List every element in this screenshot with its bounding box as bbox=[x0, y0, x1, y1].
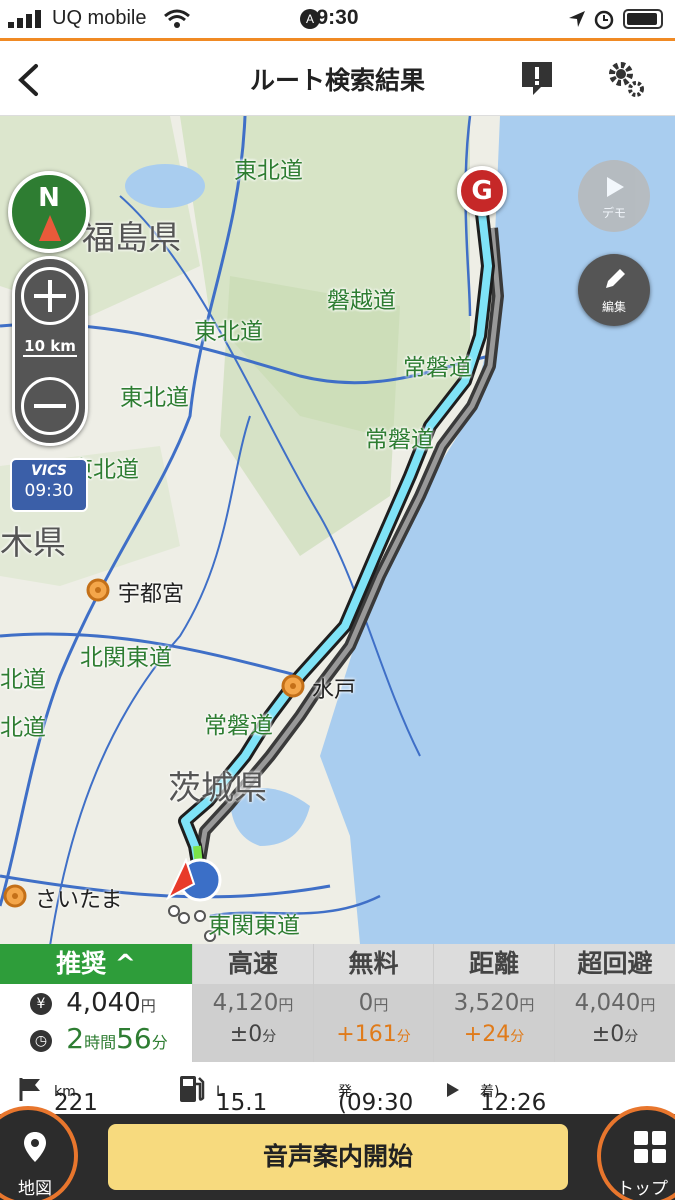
route-option-tabs: 推奨 ^ ¥ 4,040円 ◷ 2時間56分 高速 4,120円 ±0分 無料 … bbox=[0, 944, 675, 1062]
pref-label-fukushima: 福島県 bbox=[82, 218, 181, 257]
tab-free-label: 無料 bbox=[314, 944, 433, 984]
fuel-pump-icon bbox=[180, 1076, 205, 1102]
arrow-right-icon bbox=[447, 1083, 459, 1097]
recommended-hours: 2 bbox=[66, 1022, 85, 1055]
plus-icon bbox=[34, 280, 66, 312]
clock-icon: ◷ bbox=[30, 1029, 52, 1052]
yen-icon: ¥ bbox=[30, 992, 52, 1015]
current-position-icon bbox=[166, 858, 222, 902]
route-summary: 221 km 15.1 L (09:30 発 12:26 着) bbox=[0, 1062, 675, 1116]
tab-free[interactable]: 無料 0円 +161分 bbox=[314, 944, 434, 1062]
free-diff: +161 bbox=[336, 1022, 397, 1047]
cost-unit: 円 bbox=[140, 997, 156, 1015]
pref-label-tochigi: 木県 bbox=[0, 523, 66, 562]
status-bar: UQ mobile A 9:30 bbox=[0, 0, 675, 38]
zoom-control: 10 km bbox=[12, 256, 88, 446]
arrive-time: 12:26 bbox=[480, 1090, 547, 1116]
highway-diff: ±0 bbox=[229, 1022, 263, 1047]
page-title: ルート検索結果 bbox=[249, 66, 425, 95]
pencil-icon bbox=[606, 269, 625, 288]
diff-unit: 分 bbox=[510, 1029, 525, 1045]
tab-avoid[interactable]: 超回避 4,040円 ±0分 bbox=[555, 944, 675, 1062]
free-cost: 0 bbox=[358, 990, 374, 1016]
tab-avoid-label: 超回避 bbox=[555, 944, 675, 984]
alarm-icon bbox=[594, 10, 614, 30]
tab-distance[interactable]: 距離 3,520円 +24分 bbox=[434, 944, 555, 1062]
road-label-tohoku: 東北道 bbox=[194, 319, 263, 345]
cost-unit: 円 bbox=[519, 996, 535, 1014]
compass-button[interactable]: N bbox=[8, 171, 90, 253]
road-label-partial: 北道 bbox=[0, 667, 46, 693]
minus-icon bbox=[34, 404, 66, 408]
route-map[interactable]: 東北道 東北道 東北道 東北道 磐越道 常磐道 常磐道 常磐道 北関東道 東関東… bbox=[0, 116, 675, 944]
nav-bar: ルート検索結果 bbox=[0, 41, 675, 116]
road-label-banetsu: 磐越道 bbox=[327, 288, 396, 314]
depart-time: (09:30 bbox=[338, 1090, 414, 1116]
north-arrow-icon bbox=[39, 215, 61, 241]
report-icon[interactable] bbox=[519, 59, 555, 97]
top-button[interactable]: トップ bbox=[597, 1106, 675, 1200]
hours-unit: 時間 bbox=[84, 1033, 117, 1052]
tab-distance-label: 距離 bbox=[434, 944, 554, 984]
zoom-in-button[interactable] bbox=[21, 267, 79, 325]
tab-recommended-label: 推奨 ^ bbox=[0, 944, 192, 984]
edit-label: 編集 bbox=[601, 300, 626, 314]
minutes-unit: 分 bbox=[151, 1033, 168, 1052]
distance-cost: 3,520 bbox=[453, 990, 520, 1016]
road-label-higashikanto: 東関東道 bbox=[208, 913, 300, 939]
avoid-cost: 4,040 bbox=[574, 990, 641, 1016]
flag-icon bbox=[19, 1078, 40, 1101]
fuel-amount: 15.1 bbox=[216, 1090, 268, 1116]
map-button-label: 地図 bbox=[18, 1179, 52, 1199]
distance-diff: +24 bbox=[463, 1022, 511, 1047]
play-icon bbox=[607, 177, 624, 197]
tab-highway[interactable]: 高速 4,120円 ±0分 bbox=[193, 944, 314, 1062]
edit-button[interactable]: 編集 bbox=[578, 254, 650, 326]
bottom-bar: 地図 音声案内開始 トップ bbox=[0, 1106, 675, 1200]
city-label-mito: 水戸 bbox=[312, 678, 357, 703]
grid-icon bbox=[634, 1131, 666, 1163]
city-label-utsunomiya: 宇都宮 bbox=[118, 582, 185, 607]
diff-unit: 分 bbox=[624, 1029, 639, 1045]
recommended-cost: 4,040 bbox=[66, 988, 141, 1018]
map-pin-icon bbox=[24, 1132, 46, 1162]
road-label-kitakanto: 北関東道 bbox=[80, 645, 172, 671]
total-distance: 221 bbox=[54, 1090, 98, 1116]
tab-highway-label: 高速 bbox=[193, 944, 313, 984]
diff-unit: 分 bbox=[396, 1029, 411, 1045]
battery-icon bbox=[623, 9, 663, 29]
road-label-tohoku: 東北道 bbox=[234, 158, 303, 184]
cost-unit: 円 bbox=[640, 996, 656, 1014]
start-guidance-button[interactable]: 音声案内開始 bbox=[108, 1124, 568, 1190]
road-label-joban: 常磐道 bbox=[365, 427, 434, 453]
pref-label-ibaraki: 茨城県 bbox=[168, 768, 267, 807]
highway-cost: 4,120 bbox=[212, 990, 279, 1016]
tab-recommended[interactable]: 推奨 ^ ¥ 4,040円 ◷ 2時間56分 bbox=[0, 944, 193, 1062]
road-label-joban: 常磐道 bbox=[204, 713, 273, 739]
settings-gear-icon[interactable] bbox=[606, 59, 646, 99]
goal-marker[interactable]: G bbox=[457, 166, 507, 216]
cost-unit: 円 bbox=[278, 996, 294, 1014]
location-arrow-icon bbox=[569, 11, 585, 27]
map-button[interactable]: 地図 bbox=[0, 1106, 78, 1200]
demo-button[interactable]: デモ bbox=[578, 160, 650, 232]
demo-label: デモ bbox=[601, 206, 626, 220]
scale-label: 10 km bbox=[23, 337, 77, 357]
road-label-partial: 北道 bbox=[0, 715, 46, 741]
recommended-minutes: 56 bbox=[116, 1022, 152, 1055]
vics-time: 09:30 bbox=[24, 481, 74, 501]
city-label-saitama: さいたま bbox=[35, 888, 123, 913]
road-label-tohoku: 東北道 bbox=[120, 385, 189, 411]
diff-unit: 分 bbox=[262, 1029, 277, 1045]
top-button-label: トップ bbox=[617, 1179, 668, 1199]
road-label-joban: 常磐道 bbox=[403, 355, 472, 381]
avoid-diff: ±0 bbox=[591, 1022, 625, 1047]
vics-badge[interactable]: VICS 09:30 bbox=[10, 458, 88, 512]
compass-north-label: N bbox=[38, 183, 60, 213]
vics-label: VICS bbox=[31, 463, 67, 479]
zoom-out-button[interactable] bbox=[21, 377, 79, 435]
cost-unit: 円 bbox=[373, 996, 389, 1014]
